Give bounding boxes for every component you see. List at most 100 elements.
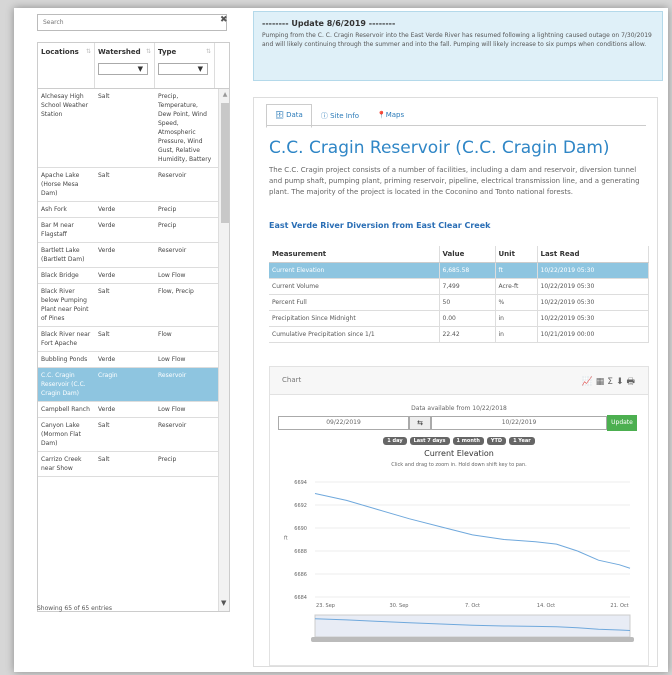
location-row[interactable]: Black Bridge Verde Low Flow: [38, 268, 218, 284]
update-button[interactable]: Update: [607, 415, 637, 431]
type-cell: Precip: [158, 206, 177, 213]
watershed-cell: Cragin: [98, 372, 118, 379]
measurement-row[interactable]: Precipitation Since Midnight 0.00 in 10/22/…: [269, 310, 649, 327]
column-header-watershed[interactable]: Watershed ⇅ ▼: [95, 43, 155, 88]
location-name: Bubbling Ponds: [41, 356, 88, 363]
type-cell: Reservoir: [158, 247, 187, 254]
y-tick-label: 6684: [294, 595, 307, 601]
watershed-cell: Salt: [98, 172, 110, 179]
alert-body: Pumping from the C. C. Cragin Reservoir …: [262, 32, 652, 48]
location-row[interactable]: Bar M near Flagstaff Verde Precip: [38, 218, 218, 243]
measurement-cell-m: Current Volume: [269, 278, 440, 295]
watershed-filter-select[interactable]: ▼: [98, 63, 148, 75]
scrollbar-thumb[interactable]: [221, 103, 229, 223]
table-icon[interactable]: ▦: [596, 377, 608, 387]
type-cell: Low Flow: [158, 272, 186, 279]
navigator-scrollbar: [311, 637, 634, 642]
start-date-input[interactable]: 09/22/2019: [278, 416, 409, 430]
location-name: Campbell Ranch: [41, 406, 90, 413]
location-row[interactable]: Alchesay High School Weather Station Salt…: [38, 89, 218, 168]
location-row[interactable]: Carrizo Creek near Show Salt Precip: [38, 452, 218, 477]
location-row[interactable]: Apache Lake (Horse Mesa Dam) Salt Reservoi…: [38, 168, 218, 202]
watershed-cell: Verde: [98, 247, 116, 254]
location-row[interactable]: Ash Fork Verde Precip: [38, 202, 218, 218]
x-tick-label: 21. Oct: [610, 603, 628, 609]
data-available-text: Data available from 10/22/2018: [411, 405, 507, 412]
range-ytd[interactable]: YTD: [486, 437, 507, 445]
download-icon[interactable]: ⬇: [616, 377, 627, 387]
map-marker-icon: 📍: [377, 111, 386, 119]
x-tick-label: 14. Oct: [537, 603, 555, 609]
x-tick-label: 23. Sep: [316, 603, 335, 609]
elevation-chart[interactable]: 6694 6692 6690 6688 6686 6684 ft 23. Sep 30. Sep…: [270, 467, 648, 667]
type-filter-select[interactable]: ▼: [158, 63, 208, 75]
measurement-cell-u: in: [495, 310, 538, 327]
swap-icon[interactable]: ⇆: [409, 416, 431, 430]
sort-icon[interactable]: ⇅: [86, 48, 91, 55]
col-measurement: Measurement: [269, 246, 440, 263]
measurement-row[interactable]: Current Volume 7,499 Acre-ft 10/22/2019 05:…: [269, 278, 649, 295]
type-cell: Precip, Temperature, Dew Point, Wind Spe…: [158, 93, 212, 163]
measurement-row[interactable]: Percent Full 50% 10/22/2019 05:30: [269, 294, 649, 311]
type-cell: Reservoir: [158, 422, 187, 429]
type-cell: Low Flow: [158, 356, 186, 363]
location-row[interactable]: Black River near Fort Apache Salt Flow: [38, 327, 218, 352]
location-name: Canyon Lake (Mormon Flat Dam): [41, 422, 81, 447]
grid-header: Locations ⇅ Watershed ⇅ ▼ Type ⇅ ▼: [38, 43, 229, 89]
location-row[interactable]: Canyon Lake (Mormon Flat Dam) Salt Reservo…: [38, 418, 218, 452]
watershed-cell: Verde: [98, 206, 116, 213]
range-1-month[interactable]: 1 month: [452, 437, 484, 445]
location-name: Ash Fork: [41, 206, 67, 213]
measurement-cell-m: Current Elevation: [269, 262, 440, 279]
measurement-cell-u: Acre-ft: [495, 278, 538, 295]
entries-count: Showing 65 of 65 entries: [37, 605, 112, 612]
type-cell: Reservoir: [158, 372, 187, 379]
measurement-row[interactable]: Current Elevation 6,685.58 ft 10/22/2019 05…: [269, 262, 649, 279]
grid-scrollbar[interactable]: ▲ ▼: [218, 89, 229, 611]
search-input[interactable]: [37, 14, 227, 31]
watershed-cell: Salt: [98, 288, 110, 295]
sort-icon[interactable]: ⇅: [206, 48, 211, 55]
scroll-up-icon[interactable]: ▲: [219, 91, 229, 98]
y-axis-label: ft: [284, 536, 288, 542]
type-cell: Precip: [158, 222, 177, 229]
location-name: Bartlett Lake (Bartlett Dam): [41, 247, 85, 263]
measurement-cell-d: 10/22/2019 05:30: [537, 310, 649, 327]
site-title: C.C. Cragin Reservoir (C.C. Cragin Dam): [269, 138, 610, 158]
watershed-cell: Verde: [98, 356, 116, 363]
measurement-cell-u: %: [495, 294, 538, 311]
end-date-input[interactable]: 10/22/2019: [431, 416, 607, 430]
measurements-table: Measurement Value Unit Last Read Current…: [269, 246, 649, 343]
site-detail-panel: 🗄 Data ⓘ Site Info 📍Maps C.C. Cragin Res…: [253, 97, 658, 667]
alert-title: -------- Update 8/6/2019 --------: [262, 19, 396, 28]
clear-search-icon[interactable]: ✖: [220, 15, 228, 25]
location-row[interactable]: Bubbling Ponds Verde Low Flow: [38, 352, 218, 368]
location-name: Black River below Pumping Plant near Poi…: [41, 288, 89, 322]
watershed-cell: Salt: [98, 93, 110, 100]
location-name: Bar M near Flagstaff: [41, 222, 74, 238]
locations-grid: Locations ⇅ Watershed ⇅ ▼ Type ⇅ ▼ Alchesay…: [37, 42, 230, 612]
measurement-cell-u: ft: [495, 262, 538, 279]
location-row[interactable]: Campbell Ranch Verde Low Flow: [38, 402, 218, 418]
info-icon: ⓘ: [320, 112, 328, 120]
location-row[interactable]: C.C. Cragin Reservoir (C.C. Cragin Dam) C…: [38, 368, 218, 402]
y-tick-label: 6690: [294, 526, 307, 532]
line-chart-icon[interactable]: 📈: [582, 377, 596, 387]
sort-icon[interactable]: ⇅: [146, 48, 151, 55]
watershed-cell: Verde: [98, 272, 116, 279]
x-tick-label: 30. Sep: [390, 603, 409, 609]
range-1-year[interactable]: 1 Year: [509, 437, 535, 445]
location-list-panel: ✖: [26, 12, 240, 34]
range-last-7-days[interactable]: Last 7 days: [409, 437, 450, 445]
scroll-down-icon[interactable]: ▼: [221, 599, 226, 607]
sum-icon[interactable]: Σ: [607, 377, 616, 387]
measurement-cell-m: Cumulative Precipitation since 1/1: [269, 326, 440, 343]
diversion-link[interactable]: East Verde River Diversion from East Cle…: [269, 221, 490, 230]
column-header-locations[interactable]: Locations ⇅: [38, 43, 95, 88]
measurement-row[interactable]: Cumulative Precipitation since 1/1 22.42 i…: [269, 326, 649, 343]
column-header-type[interactable]: Type ⇅ ▼: [155, 43, 215, 88]
location-row[interactable]: Black River below Pumping Plant near Poi…: [38, 284, 218, 327]
range-1-day[interactable]: 1 day: [383, 437, 407, 445]
location-row[interactable]: Bartlett Lake (Bartlett Dam) Verde Reservo…: [38, 243, 218, 268]
print-icon[interactable]: 🖶: [627, 377, 639, 387]
